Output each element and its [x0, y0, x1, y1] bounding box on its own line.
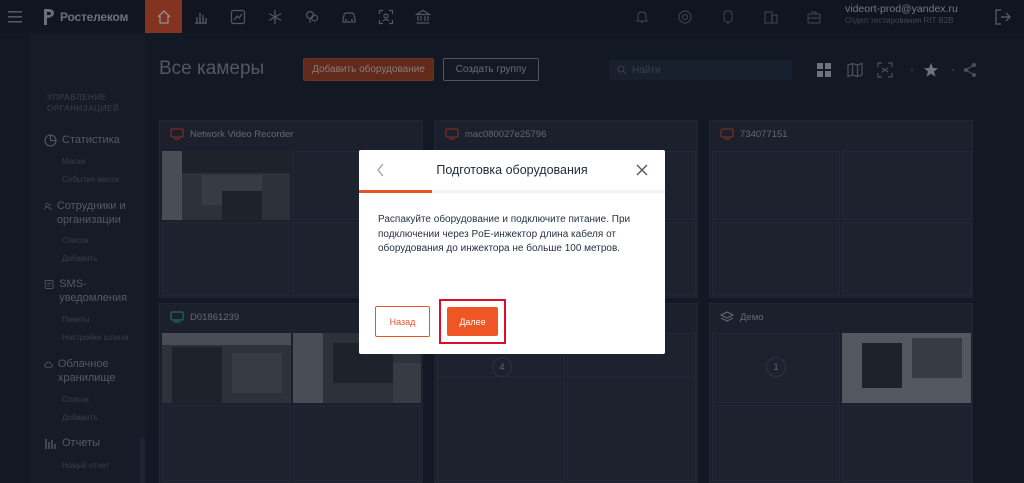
back-button[interactable]: Назад: [375, 306, 430, 337]
next-button-highlight: Далее: [439, 299, 506, 344]
dialog-progress-fill: [359, 190, 433, 193]
dialog-progress-bar: [359, 190, 665, 193]
dialog-title: Подготовка оборудования: [436, 163, 588, 177]
next-button[interactable]: Далее: [447, 307, 498, 336]
equipment-setup-dialog: Подготовка оборудования Распакуйте обору…: [359, 150, 665, 354]
close-icon[interactable]: [636, 164, 648, 176]
dialog-instructions: Распакуйте оборудование и подключите пит…: [378, 214, 631, 254]
app-root: Ростелеком videort-prod@yandex.ru Отдел …: [0, 0, 1024, 483]
